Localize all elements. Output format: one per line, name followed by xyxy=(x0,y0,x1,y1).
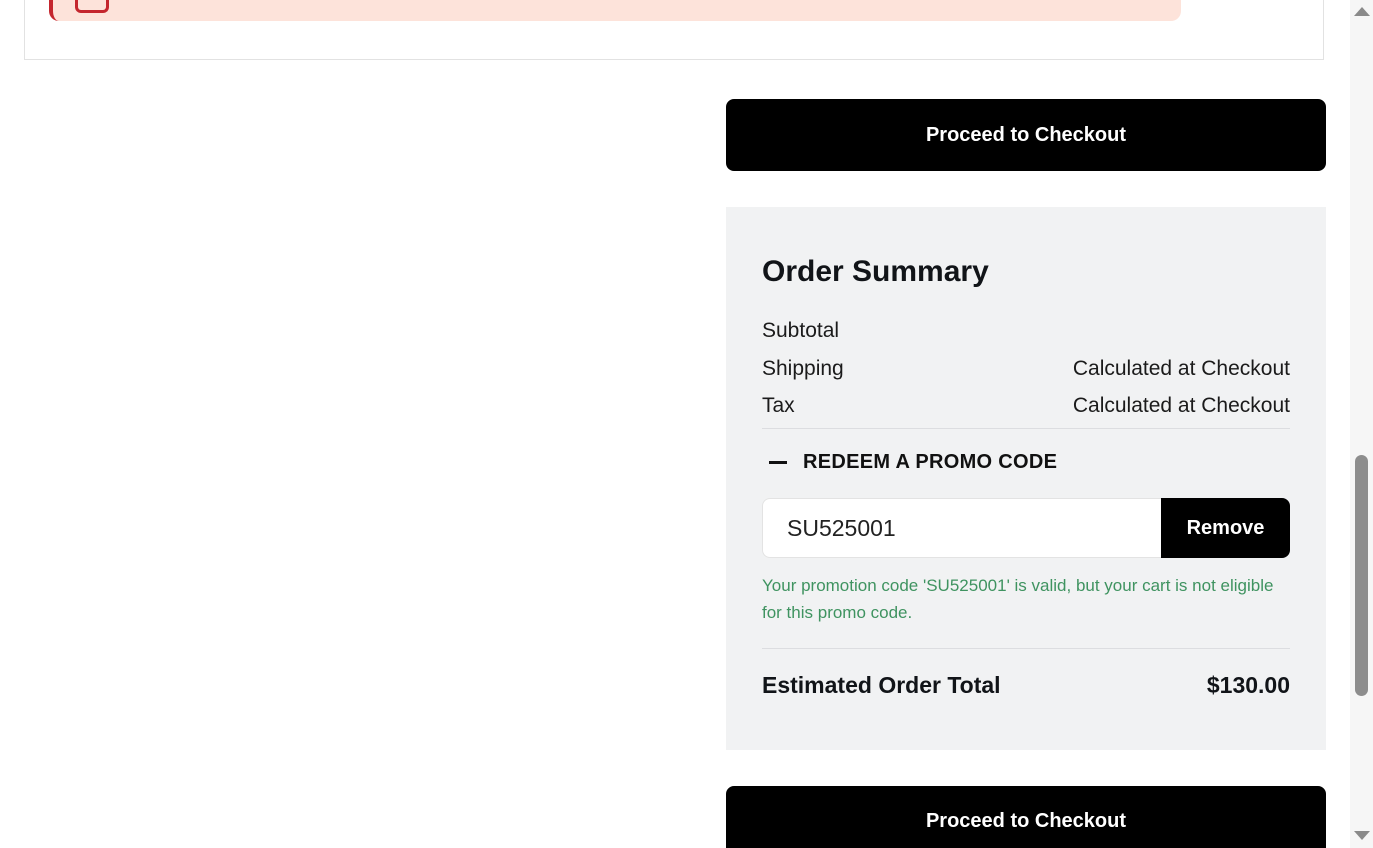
subtotal-label: Subtotal xyxy=(762,319,840,342)
remove-promo-button[interactable]: Remove xyxy=(1161,498,1290,558)
order-summary-panel: Order Summary Subtotal Shipping Calculat… xyxy=(726,207,1326,750)
shipping-label: Shipping xyxy=(762,357,844,380)
promo-code-input[interactable] xyxy=(762,498,1161,558)
promo-code-toggle[interactable]: REDEEM A PROMO CODE xyxy=(762,451,1057,474)
shipping-value: Calculated at Checkout xyxy=(1072,357,1290,380)
summary-divider xyxy=(762,648,1290,649)
page-scrollbar[interactable] xyxy=(1350,0,1373,848)
promo-toggle-label: REDEEM A PROMO CODE xyxy=(803,451,1058,473)
promo-code-form: Remove xyxy=(762,498,1290,558)
scroll-down-arrow-icon[interactable] xyxy=(1354,831,1370,840)
tax-label: Tax xyxy=(762,394,795,417)
estimated-total-value: $130.00 xyxy=(1206,672,1290,698)
proceed-to-checkout-button-top[interactable]: Proceed to Checkout xyxy=(726,99,1326,171)
estimated-total-row: Estimated Order Total $130.00 xyxy=(762,672,1290,699)
tax-value: Calculated at Checkout xyxy=(1072,394,1290,417)
scroll-up-arrow-icon[interactable] xyxy=(1354,7,1370,16)
tax-row: Tax Calculated at Checkout xyxy=(762,394,1290,418)
proceed-to-checkout-button-bottom[interactable]: Proceed to Checkout xyxy=(726,786,1326,848)
alert-icon xyxy=(75,0,109,13)
order-summary-title: Order Summary xyxy=(762,255,989,288)
cart-page: Proceed to Checkout Order Summary Subtot… xyxy=(0,0,1373,848)
shipping-row: Shipping Calculated at Checkout xyxy=(762,357,1290,381)
error-alert-banner xyxy=(49,0,1181,21)
subtotal-row: Subtotal xyxy=(762,319,1290,343)
summary-divider xyxy=(762,428,1290,429)
estimated-total-label: Estimated Order Total xyxy=(762,672,1001,698)
minus-icon xyxy=(769,461,787,464)
cart-alert-card xyxy=(24,0,1324,60)
scrollbar-thumb[interactable] xyxy=(1355,455,1368,696)
promo-status-message: Your promotion code 'SU525001' is valid,… xyxy=(762,576,1274,622)
